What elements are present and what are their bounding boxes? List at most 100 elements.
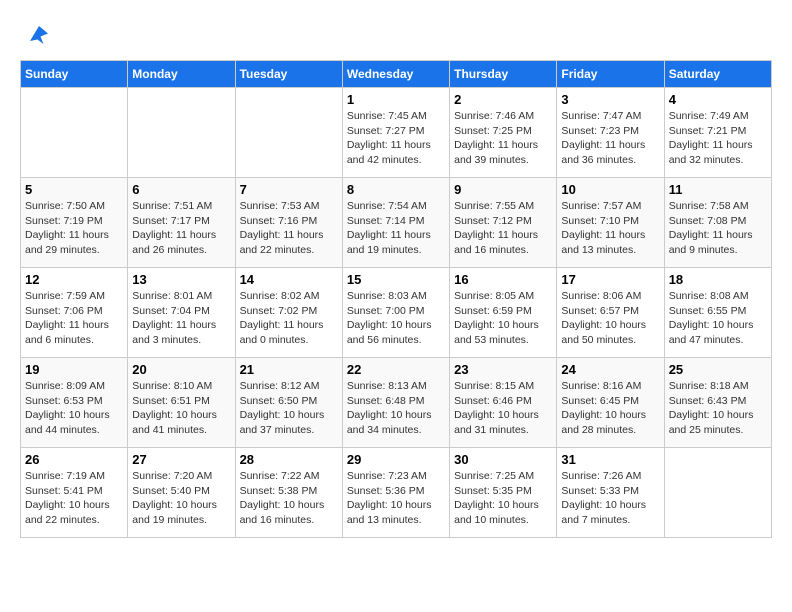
calendar-week-row: 19Sunrise: 8:09 AM Sunset: 6:53 PM Dayli… [21,358,772,448]
day-number: 9 [454,182,552,197]
calendar-cell: 13 Sunrise: 8:01 AM Sunset: 7:04 PM Dayli… [128,268,235,358]
weekday-header: Monday [128,61,235,88]
calendar-cell [235,88,342,178]
day-info: Sunrise: 8:03 AM Sunset: 7:00 PM Dayligh… [347,289,445,348]
day-info: Sunrise: 8:15 AM Sunset: 6:46 PM Dayligh… [454,379,552,438]
day-info: Sunrise: 8:10 AM Sunset: 6:51 PM Dayligh… [132,379,230,438]
calendar-cell: 10Sunrise: 7:57 AM Sunset: 7:10 PM Dayli… [557,178,664,268]
day-number: 31 [561,452,659,467]
day-info: Sunrise: 8:18 AM Sunset: 6:43 PM Dayligh… [669,379,767,438]
day-info: Sunrise: 7:25 AM Sunset: 5:35 PM Dayligh… [454,469,552,528]
calendar-cell: 31 Sunrise: 7:26 AM Sunset: 5:33 PM Dayli… [557,448,664,538]
day-info: Sunrise: 7:59 AM Sunset: 7:06 PM Dayligh… [25,289,123,348]
day-number: 4 [669,92,767,107]
day-number: 10 [561,182,659,197]
day-info: Sunrise: 7:45 AM Sunset: 7:27 PM Dayligh… [347,109,445,168]
day-number: 7 [240,182,338,197]
day-info: Sunrise: 7:50 AM Sunset: 7:19 PM Dayligh… [25,199,123,258]
logo-icon [24,20,54,50]
day-number: 17 [561,272,659,287]
day-number: 3 [561,92,659,107]
calendar-cell: 18 Sunrise: 8:08 AM Sunset: 6:55 PM Dayli… [664,268,771,358]
calendar-cell [664,448,771,538]
calendar-cell: 29 Sunrise: 7:23 AM Sunset: 5:36 PM Dayli… [342,448,449,538]
calendar-cell: 5 Sunrise: 7:50 AM Sunset: 7:19 PM Daylig… [21,178,128,268]
calendar-table: SundayMondayTuesdayWednesdayThursdayFrid… [20,60,772,538]
day-number: 26 [25,452,123,467]
day-info: Sunrise: 8:01 AM Sunset: 7:04 PM Dayligh… [132,289,230,348]
day-number: 28 [240,452,338,467]
calendar-cell: 7Sunrise: 7:53 AM Sunset: 7:16 PM Daylig… [235,178,342,268]
calendar-week-row: 5 Sunrise: 7:50 AM Sunset: 7:19 PM Daylig… [21,178,772,268]
day-number: 18 [669,272,767,287]
day-number: 24 [561,362,659,377]
weekday-header: Saturday [664,61,771,88]
calendar-cell: 9 Sunrise: 7:55 AM Sunset: 7:12 PM Daylig… [450,178,557,268]
day-info: Sunrise: 8:12 AM Sunset: 6:50 PM Dayligh… [240,379,338,438]
calendar-cell: 20 Sunrise: 8:10 AM Sunset: 6:51 PM Dayli… [128,358,235,448]
day-info: Sunrise: 7:20 AM Sunset: 5:40 PM Dayligh… [132,469,230,528]
calendar-cell: 28Sunrise: 7:22 AM Sunset: 5:38 PM Dayli… [235,448,342,538]
calendar-cell: 19Sunrise: 8:09 AM Sunset: 6:53 PM Dayli… [21,358,128,448]
calendar-cell: 12 Sunrise: 7:59 AM Sunset: 7:06 PM Dayli… [21,268,128,358]
day-number: 2 [454,92,552,107]
calendar-cell: 6 Sunrise: 7:51 AM Sunset: 7:17 PM Daylig… [128,178,235,268]
day-info: Sunrise: 7:23 AM Sunset: 5:36 PM Dayligh… [347,469,445,528]
day-number: 25 [669,362,767,377]
day-info: Sunrise: 7:49 AM Sunset: 7:21 PM Dayligh… [669,109,767,168]
calendar-cell: 8Sunrise: 7:54 AM Sunset: 7:14 PM Daylig… [342,178,449,268]
day-info: Sunrise: 8:02 AM Sunset: 7:02 PM Dayligh… [240,289,338,348]
calendar-cell: 25 Sunrise: 8:18 AM Sunset: 6:43 PM Dayli… [664,358,771,448]
weekday-header: Tuesday [235,61,342,88]
day-info: Sunrise: 7:19 AM Sunset: 5:41 PM Dayligh… [25,469,123,528]
day-number: 23 [454,362,552,377]
calendar-cell: 11Sunrise: 7:58 AM Sunset: 7:08 PM Dayli… [664,178,771,268]
calendar-cell: 2 Sunrise: 7:46 AM Sunset: 7:25 PM Daylig… [450,88,557,178]
day-info: Sunrise: 8:13 AM Sunset: 6:48 PM Dayligh… [347,379,445,438]
day-number: 6 [132,182,230,197]
calendar-week-row: 26 Sunrise: 7:19 AM Sunset: 5:41 PM Dayli… [21,448,772,538]
day-info: Sunrise: 8:09 AM Sunset: 6:53 PM Dayligh… [25,379,123,438]
calendar-cell: 21 Sunrise: 8:12 AM Sunset: 6:50 PM Dayli… [235,358,342,448]
calendar-cell: 15 Sunrise: 8:03 AM Sunset: 7:00 PM Dayli… [342,268,449,358]
calendar-cell: 30 Sunrise: 7:25 AM Sunset: 5:35 PM Dayli… [450,448,557,538]
weekday-header: Friday [557,61,664,88]
calendar-cell: 3Sunrise: 7:47 AM Sunset: 7:23 PM Daylig… [557,88,664,178]
calendar-cell: 22 Sunrise: 8:13 AM Sunset: 6:48 PM Dayli… [342,358,449,448]
day-number: 14 [240,272,338,287]
day-info: Sunrise: 8:08 AM Sunset: 6:55 PM Dayligh… [669,289,767,348]
day-number: 8 [347,182,445,197]
calendar-cell: 26 Sunrise: 7:19 AM Sunset: 5:41 PM Dayli… [21,448,128,538]
weekday-header: Sunday [21,61,128,88]
calendar-cell [21,88,128,178]
day-info: Sunrise: 8:05 AM Sunset: 6:59 PM Dayligh… [454,289,552,348]
day-number: 21 [240,362,338,377]
day-number: 16 [454,272,552,287]
day-info: Sunrise: 7:55 AM Sunset: 7:12 PM Dayligh… [454,199,552,258]
calendar-cell: 27 Sunrise: 7:20 AM Sunset: 5:40 PM Dayli… [128,448,235,538]
day-number: 20 [132,362,230,377]
calendar-cell: 24Sunrise: 8:16 AM Sunset: 6:45 PM Dayli… [557,358,664,448]
calendar-cell: 14 Sunrise: 8:02 AM Sunset: 7:02 PM Dayli… [235,268,342,358]
calendar-cell: 1 Sunrise: 7:45 AM Sunset: 7:27 PM Daylig… [342,88,449,178]
day-number: 12 [25,272,123,287]
day-number: 5 [25,182,123,197]
day-number: 11 [669,182,767,197]
day-info: Sunrise: 7:46 AM Sunset: 7:25 PM Dayligh… [454,109,552,168]
day-info: Sunrise: 8:06 AM Sunset: 6:57 PM Dayligh… [561,289,659,348]
calendar-week-row: 1 Sunrise: 7:45 AM Sunset: 7:27 PM Daylig… [21,88,772,178]
day-number: 22 [347,362,445,377]
weekday-header: Wednesday [342,61,449,88]
day-info: Sunrise: 7:51 AM Sunset: 7:17 PM Dayligh… [132,199,230,258]
day-number: 1 [347,92,445,107]
calendar-cell [128,88,235,178]
calendar-cell: 16 Sunrise: 8:05 AM Sunset: 6:59 PM Dayli… [450,268,557,358]
day-info: Sunrise: 7:26 AM Sunset: 5:33 PM Dayligh… [561,469,659,528]
day-number: 13 [132,272,230,287]
calendar-cell: 23 Sunrise: 8:15 AM Sunset: 6:46 PM Dayli… [450,358,557,448]
calendar-cell: 4 Sunrise: 7:49 AM Sunset: 7:21 PM Daylig… [664,88,771,178]
day-number: 30 [454,452,552,467]
day-number: 27 [132,452,230,467]
day-number: 29 [347,452,445,467]
day-number: 15 [347,272,445,287]
